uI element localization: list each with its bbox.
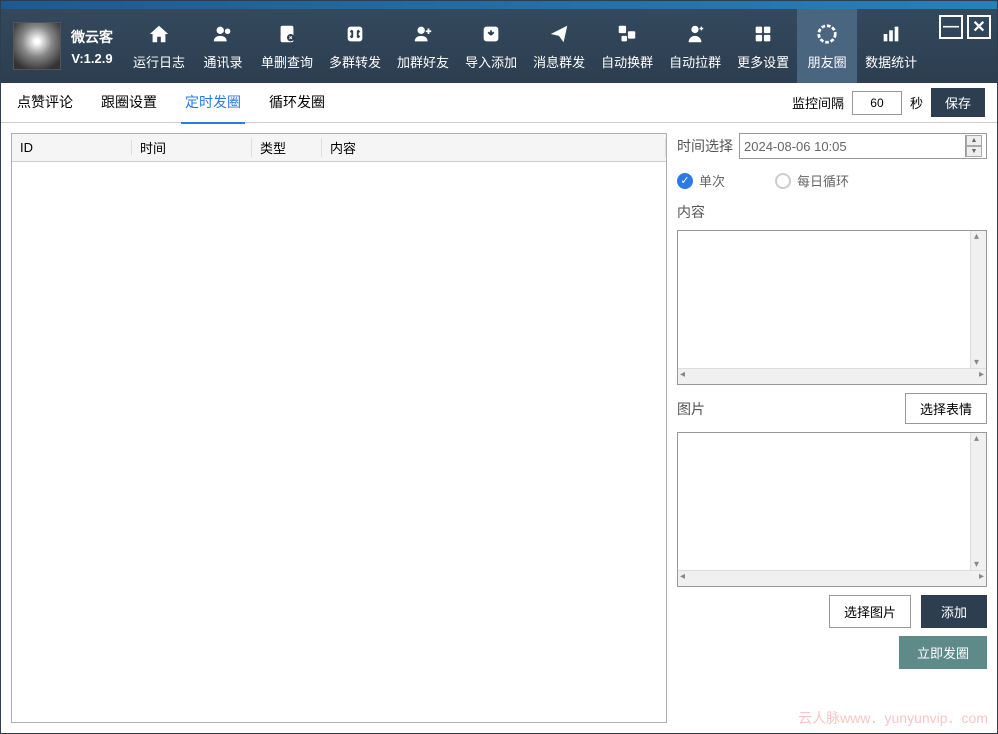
nav-message-send[interactable]: 消息群发 (525, 9, 593, 83)
app-name: 微云客 (71, 27, 113, 47)
stats-icon (879, 22, 903, 46)
title-bar (1, 1, 997, 9)
publish-now-button[interactable]: 立即发圈 (899, 636, 987, 669)
nav-multi-forward[interactable]: 多群转发 (321, 9, 389, 83)
home-icon (147, 22, 171, 46)
interval-input[interactable] (852, 91, 902, 115)
nav-more-settings[interactable]: 更多设置 (729, 9, 797, 83)
add-button[interactable]: 添加 (921, 595, 987, 628)
datetime-input[interactable]: 2024-08-06 10:05 ▲ ▼ (739, 133, 987, 159)
add-friend-icon (411, 22, 435, 46)
content-label: 内容 (677, 202, 987, 222)
scrollbar-horizontal[interactable] (678, 570, 986, 586)
th-type[interactable]: 类型 (252, 138, 322, 157)
app-logo (13, 22, 61, 70)
window-controls: — ✕ (939, 15, 991, 39)
th-content[interactable]: 内容 (322, 138, 666, 157)
time-label: 时间选择 (677, 136, 733, 156)
nav-auto-pull[interactable]: 自动拉群 (661, 9, 729, 83)
nav-add-group-friend[interactable]: 加群好友 (389, 9, 457, 83)
nav-import-add[interactable]: 导入添加 (457, 9, 525, 83)
nav-contacts[interactable]: 通讯录 (193, 9, 253, 83)
toolbar-right: 监控间隔 秒 保存 (792, 88, 985, 117)
tabs: 点赞评论 跟圈设置 定时发圈 循环发圈 (13, 82, 329, 124)
scrollbar-vertical[interactable] (970, 433, 986, 570)
select-emoji-button[interactable]: 选择表情 (905, 393, 987, 424)
scrollbar-vertical[interactable] (970, 231, 986, 368)
content-textarea[interactable] (677, 230, 987, 385)
table-header: ID 时间 类型 内容 (12, 134, 666, 162)
watermark: 云人脉www．yunyunvip．com (798, 708, 988, 728)
spinner-down-icon[interactable]: ▼ (966, 146, 982, 157)
nav-items: 运行日志 通讯录 单删查询 多群转发 加群好友 导入添加 (125, 9, 925, 83)
tab-like-comment[interactable]: 点赞评论 (13, 82, 77, 124)
import-icon (479, 22, 503, 46)
close-button[interactable]: ✕ (967, 15, 991, 39)
select-image-button[interactable]: 选择图片 (829, 595, 911, 628)
forward-icon (343, 22, 367, 46)
nav-auto-switch[interactable]: 自动换群 (593, 9, 661, 83)
send-icon (547, 22, 571, 46)
interval-unit: 秒 (910, 93, 923, 112)
save-button[interactable]: 保存 (931, 88, 985, 117)
switch-group-icon (615, 22, 639, 46)
radio-once[interactable]: 单次 (677, 171, 725, 190)
tab-scheduled-post[interactable]: 定时发圈 (181, 82, 245, 124)
th-id[interactable]: ID (12, 140, 132, 155)
sub-toolbar: 点赞评论 跟圈设置 定时发圈 循环发圈 监控间隔 秒 保存 (1, 83, 997, 123)
scrollbar-horizontal[interactable] (678, 368, 986, 384)
radio-daily[interactable]: 每日循环 (775, 171, 849, 190)
th-time[interactable]: 时间 (132, 138, 252, 157)
frequency-radios: 单次 每日循环 (677, 167, 987, 194)
main-content: ID 时间 类型 内容 时间选择 2024-08-06 10:05 ▲ ▼ (1, 123, 997, 733)
app-info: 微云客 V:1.2.9 (71, 27, 113, 66)
header: 微云客 V:1.2.9 运行日志 通讯录 单删查询 多群转发 (1, 9, 997, 83)
nav-run-log[interactable]: 运行日志 (125, 9, 193, 83)
action-row-1: 选择图片 添加 (677, 595, 987, 628)
image-area[interactable] (677, 432, 987, 587)
schedule-table: ID 时间 类型 内容 (11, 133, 667, 723)
nav-moments[interactable]: 朋友圈 (797, 9, 857, 83)
moments-icon (815, 22, 839, 46)
datetime-value: 2024-08-06 10:05 (744, 139, 847, 154)
datetime-spinner: ▲ ▼ (965, 135, 982, 157)
tab-loop-post[interactable]: 循环发圈 (265, 82, 329, 124)
image-section-header: 图片 选择表情 (677, 393, 987, 424)
settings-icon (751, 22, 775, 46)
pull-group-icon (683, 22, 707, 46)
spinner-up-icon[interactable]: ▲ (966, 135, 982, 146)
interval-label: 监控间隔 (792, 93, 844, 112)
minimize-button[interactable]: — (939, 15, 963, 39)
tab-follow-settings[interactable]: 跟圈设置 (97, 82, 161, 124)
form-panel: 时间选择 2024-08-06 10:05 ▲ ▼ 单次 每日循环 (677, 133, 987, 723)
nav-stats[interactable]: 数据统计 (857, 9, 925, 83)
image-label: 图片 (677, 399, 705, 419)
radio-unchecked-icon (775, 173, 791, 189)
radio-checked-icon (677, 173, 693, 189)
delete-query-icon (275, 22, 299, 46)
nav-delete-query[interactable]: 单删查询 (253, 9, 321, 83)
contacts-icon (211, 22, 235, 46)
radio-once-label: 单次 (699, 171, 725, 190)
time-row: 时间选择 2024-08-06 10:05 ▲ ▼ (677, 133, 987, 159)
action-row-2: 立即发圈 (677, 636, 987, 669)
app-version: V:1.2.9 (71, 51, 112, 66)
radio-daily-label: 每日循环 (797, 171, 849, 190)
